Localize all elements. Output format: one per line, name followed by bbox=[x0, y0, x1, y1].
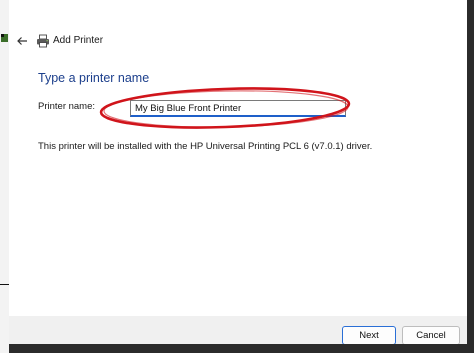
back-arrow-icon bbox=[17, 37, 27, 45]
screen: Add Printer Type a printer name Printer … bbox=[0, 0, 474, 353]
window-title: Add Printer bbox=[53, 35, 104, 46]
page-heading: Type a printer name bbox=[38, 71, 150, 85]
next-button[interactable]: Next bbox=[342, 326, 396, 345]
background-taskbar-strip bbox=[9, 344, 474, 353]
printer-name-label: Printer name: bbox=[38, 101, 96, 112]
cancel-button[interactable]: Cancel bbox=[402, 326, 460, 345]
background-app-icon-detail bbox=[1, 34, 4, 37]
wizard-header: Add Printer bbox=[9, 30, 467, 54]
dialog-footer: Next Cancel bbox=[9, 316, 467, 345]
driver-info-text: This printer will be installed with the … bbox=[38, 141, 373, 152]
printer-icon bbox=[37, 34, 49, 48]
add-printer-dialog: Add Printer Type a printer name Printer … bbox=[9, 0, 468, 345]
background-window-edge bbox=[0, 0, 9, 353]
background-right-edge bbox=[467, 0, 474, 344]
back-button[interactable] bbox=[13, 32, 31, 50]
printer-name-input[interactable] bbox=[130, 100, 346, 117]
background-divider bbox=[0, 284, 9, 285]
